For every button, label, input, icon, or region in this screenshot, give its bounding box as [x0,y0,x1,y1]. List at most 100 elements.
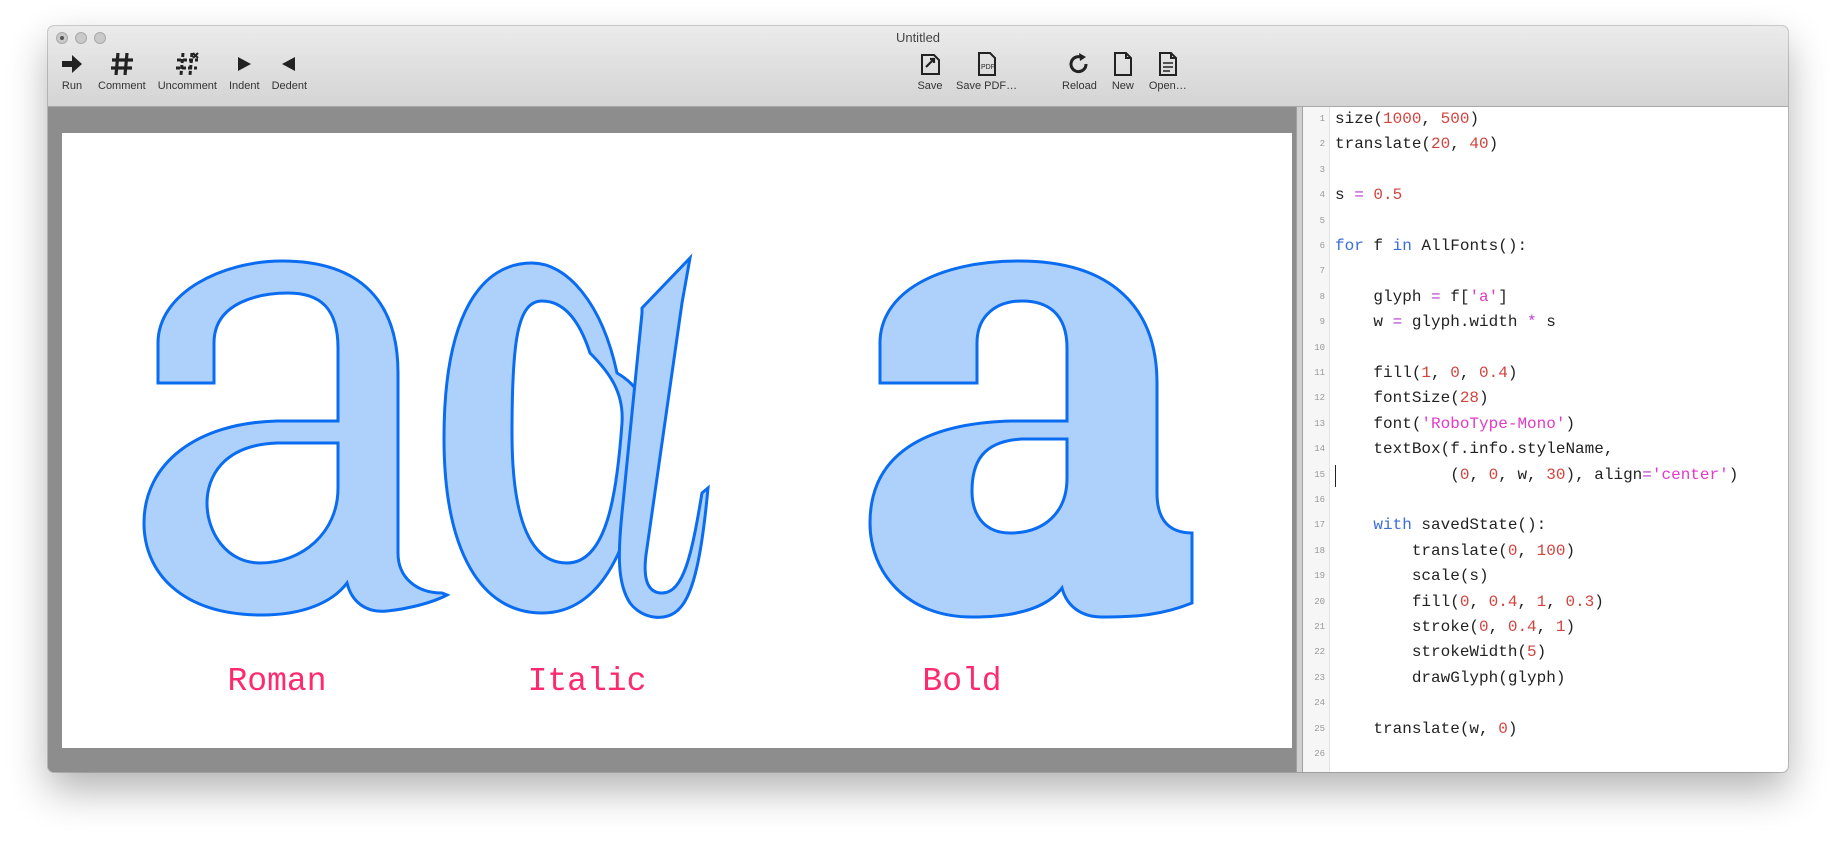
code-line[interactable]: 2 translate(20, 40) [1303,132,1788,157]
svg-text:PDF: PDF [981,64,995,71]
save-pdf-label: Save PDF… [956,80,1018,92]
code-text: textBox(f.info.styleName, [1335,440,1614,459]
code-line[interactable]: 15 (0, 0, w, 30), align='center') [1303,463,1788,488]
code-text: with savedState(): [1373,516,1547,535]
drawing-page: Roman Italic Bold [62,133,1292,748]
label-roman: Roman [227,663,327,700]
code-line[interactable]: 11 fill(1, 0, 0.4) [1303,361,1788,386]
hash-icon [110,52,133,76]
code-line[interactable]: 25 translate(w, 0) [1303,717,1788,742]
reload-button[interactable]: Reload [1056,50,1103,92]
pdf-document-icon: PDF [977,52,996,76]
code-line[interactable]: 20 fill(0, 0.4, 1, 0.3) [1303,590,1788,615]
line-number: 14 [1314,444,1325,455]
line-number: 1 [1319,114,1325,124]
save-icon [921,54,940,75]
bold-a-glyph [868,259,1194,619]
comment-button[interactable]: Comment [92,50,152,92]
run-button[interactable]: Run [52,50,92,92]
code-line[interactable]: 10 [1303,336,1788,361]
code-text: w = glyph.width * s [1335,313,1556,332]
new-button[interactable]: New [1103,50,1143,92]
line-number: 25 [1314,723,1325,734]
indent-label: Indent [228,80,260,92]
reload-label: Reload [1062,80,1097,92]
line-number: 17 [1314,520,1325,531]
code-line[interactable]: 4 s = 0.5 [1303,183,1788,208]
line-number: 5 [1319,215,1325,226]
code-line[interactable]: 3 [1303,158,1788,183]
line-number: 2 [1319,139,1325,150]
code-line[interactable]: 18 translate(0, 100) [1303,539,1788,564]
code-text: fill(1, 0, 0.4) [1335,364,1518,382]
code-line[interactable]: 16 [1303,488,1788,513]
indent-button[interactable]: Indent [223,50,266,92]
save-pdf-button[interactable]: PDF Save PDF… [950,50,1023,92]
dedent-button[interactable]: Dedent [266,50,313,92]
line-number: 3 [1319,164,1325,175]
italic-a-glyph [442,253,710,619]
open-document-icon [1158,52,1177,76]
code-text: strokeWidth(5) [1335,643,1547,662]
line-number: 16 [1314,495,1325,505]
code-line[interactable]: 14 textBox(f.info.styleName, [1303,437,1788,462]
toolbar-center-group: Save PDF Save PDF… [910,50,1023,92]
comment-label: Comment [98,80,146,92]
code-line[interactable]: 7 [1303,259,1788,284]
code-line[interactable]: 21 stroke(0, 0.4, 1) [1303,615,1788,640]
code-line[interactable]: 9 w = glyph.width * s [1303,310,1788,335]
open-label: Open… [1148,80,1187,92]
pane-splitter[interactable] [1296,107,1303,772]
dedent-label: Dedent [271,80,308,92]
code-line[interactable]: 17 with savedState(): [1303,513,1788,538]
code-line[interactable]: 13 font('RoboType-Mono') [1303,412,1788,437]
line-number: 4 [1319,190,1325,201]
code-line[interactable]: 19 scale(s) [1303,564,1788,589]
line-number: 15 [1314,469,1325,480]
line-number: 11 [1314,368,1325,378]
code-line[interactable]: 22 strokeWidth(5) [1303,640,1788,665]
code-text: drawGlyph(glyph) [1335,668,1566,687]
code-line[interactable]: 6 for f in AllFonts(): [1303,234,1788,259]
line-number: 7 [1319,266,1325,277]
line-number: 26 [1314,749,1325,759]
code-text: size(1000, 500) [1335,110,1480,128]
title-bar: Untitled Run Comment Uncomment Indent De… [48,26,1788,107]
line-number: 22 [1314,647,1325,658]
code-line[interactable]: 8 glyph = f['a'] [1303,285,1788,310]
line-number: 18 [1314,545,1325,556]
bold-a-outline [868,259,1194,619]
roman-a-glyph [142,259,451,617]
line-number: 13 [1314,418,1325,429]
code-text: stroke(0, 0.4, 1) [1335,618,1576,636]
code-line[interactable]: 1 size(1000, 500) [1303,107,1788,132]
canvas-area: Roman Italic Bold [48,107,1296,772]
glyph-drawing [142,253,1194,619]
code-line[interactable]: 26 [1303,742,1788,767]
line-number: 6 [1319,241,1325,251]
code-text: translate(20, 40) [1335,135,1499,154]
code-text: translate(w, 0) [1335,719,1518,738]
toolbar-right-group: Reload New Open… [1056,50,1193,92]
window-title: Untitled [895,30,941,45]
uncomment-button[interactable]: Uncomment [152,50,223,92]
new-document-icon [1113,52,1132,76]
code-line[interactable]: 24 [1303,691,1788,716]
code-line[interactable]: 12 fontSize(28) [1303,386,1788,411]
code-line[interactable]: 23 drawGlyph(glyph) [1303,666,1788,691]
line-number: 12 [1314,393,1325,404]
line-number: 8 [1319,291,1325,302]
italic-a-stem [617,253,710,619]
code-text: fontSize(28) [1335,389,1489,408]
code-text: font('RoboType-Mono') [1335,414,1576,433]
code-editor[interactable]: 1 size(1000, 500) 2 translate(20, 40) 3 4 s = … [1303,107,1788,772]
code-line[interactable]: 5 [1303,209,1788,234]
code-text: scale(s) [1335,567,1489,586]
code-text: fill(0, 0.4, 1, 0.3) [1335,592,1604,611]
open-button[interactable]: Open… [1143,50,1193,92]
italic-a-bowl [442,261,648,615]
line-number: 23 [1314,672,1325,683]
line-number: 9 [1319,317,1325,328]
save-button[interactable]: Save [910,50,950,92]
line-number: 21 [1314,622,1325,632]
